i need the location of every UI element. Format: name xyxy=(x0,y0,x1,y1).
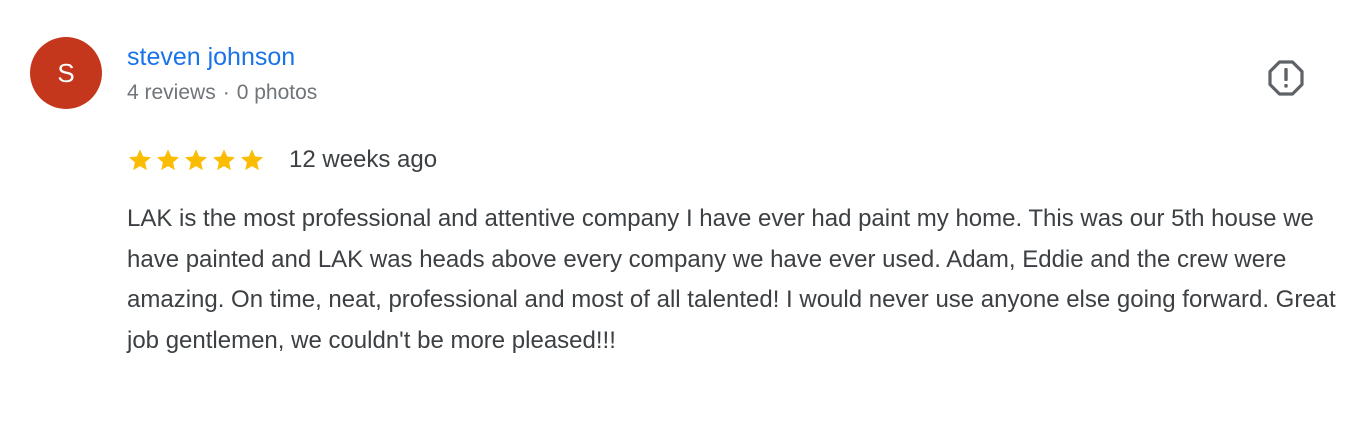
star-icon xyxy=(129,149,151,171)
report-flag-icon[interactable] xyxy=(1266,58,1306,98)
reviews-count: 4 reviews xyxy=(127,81,216,104)
author-stats: 4 reviews · 0 photos xyxy=(127,80,317,106)
rating-row: 12 weeks ago xyxy=(127,144,437,176)
photos-count: 0 photos xyxy=(236,81,318,104)
review-date: 12 weeks ago xyxy=(289,146,438,173)
star-icon xyxy=(213,149,235,171)
meta-separator: · xyxy=(222,81,230,104)
star-icon xyxy=(241,149,263,171)
star-icon xyxy=(157,149,179,171)
author-name-link[interactable]: steven johnson xyxy=(127,42,295,72)
review-text: LAK is the most professional and attenti… xyxy=(127,205,1336,354)
avatar[interactable]: S xyxy=(30,37,102,109)
star-icon xyxy=(185,149,207,171)
star-rating xyxy=(127,147,265,173)
